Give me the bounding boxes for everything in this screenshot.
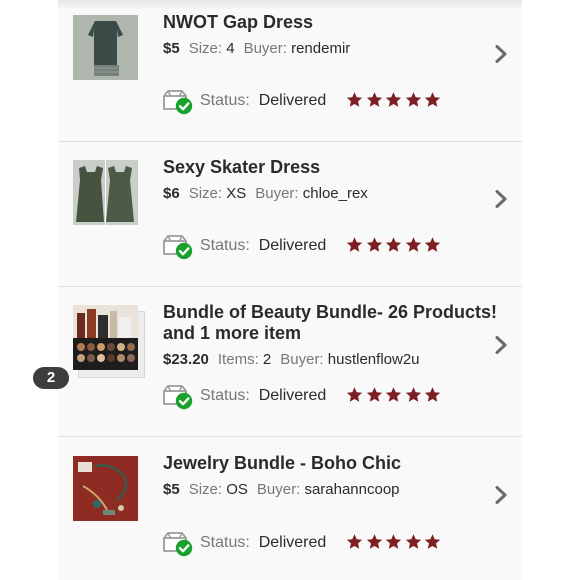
star-icon	[366, 533, 383, 550]
status-text: Status: Delivered	[200, 92, 326, 110]
item-thumbnail[interactable]	[73, 15, 138, 80]
buyer-label: Buyer:	[256, 481, 301, 498]
beauty-products-photo-icon	[73, 305, 138, 370]
size-label: Size:	[188, 40, 223, 57]
item-title-text: Bundle of Beauty Bundle- 26 Products!	[163, 302, 498, 322]
star-icon	[405, 533, 422, 550]
list-item[interactable]: Sexy Skater Dress $6 Size: XS Buyer: chloe…	[58, 141, 522, 287]
rating-stars	[346, 386, 444, 408]
star-icon	[346, 91, 363, 108]
rating-stars	[346, 533, 444, 555]
item-title[interactable]: NWOT Gap Dress	[163, 12, 313, 33]
size-label: Size:	[188, 185, 223, 202]
status-label: Status:	[200, 237, 250, 254]
status-value: Delivered	[258, 387, 327, 404]
chevron-right-icon[interactable]	[492, 45, 510, 63]
dress-photo-icon	[73, 15, 138, 80]
star-icon	[424, 91, 441, 108]
buyer-name[interactable]: hustlenflow2u	[328, 351, 420, 368]
items-count-label: Items:	[217, 351, 259, 368]
star-icon	[346, 386, 363, 403]
item-meta: $23.20 Items: 2 Buyer: hustlenflow2u	[163, 351, 420, 368]
status-text: Status: Delivered	[200, 237, 326, 255]
buyer-label: Buyer:	[255, 185, 299, 202]
star-icon	[346, 236, 363, 253]
item-meta: $5 Size: 4 Buyer: rendemir	[163, 40, 350, 57]
star-icon	[385, 236, 402, 253]
item-title-text: NWOT Gap Dress	[163, 12, 314, 32]
star-icon	[424, 533, 441, 550]
size-value: XS	[226, 185, 247, 202]
buyer-name[interactable]: chloe_rex	[303, 185, 368, 202]
star-icon	[346, 533, 363, 550]
delivered-box-icon	[162, 87, 194, 115]
item-thumbnail[interactable]	[73, 305, 138, 370]
chevron-right-icon[interactable]	[492, 336, 510, 354]
delivered-box-icon	[162, 382, 194, 410]
item-title[interactable]: Jewelry Bundle - Boho Chic	[163, 453, 401, 474]
status-value: Delivered	[258, 92, 327, 109]
item-title-text: Sexy Skater Dress	[163, 157, 321, 177]
item-meta: $5 Size: OS Buyer: sarahanncoop	[163, 481, 400, 498]
item-thumbnail[interactable]	[73, 160, 138, 225]
status-value: Delivered	[258, 534, 327, 551]
star-icon	[405, 236, 422, 253]
star-icon	[424, 386, 441, 403]
item-title-text: Jewelry Bundle - Boho Chic	[163, 453, 402, 473]
chevron-right-icon[interactable]	[492, 190, 510, 208]
sold-items-list: NWOT Gap Dress $5 Size: 4 Buyer: rendemir …	[58, 0, 522, 580]
delivered-box-icon	[162, 529, 194, 557]
rating-stars	[346, 236, 444, 258]
delivered-box-icon	[162, 232, 194, 260]
star-icon	[366, 91, 383, 108]
item-price: $23.20	[163, 351, 209, 368]
buyer-label: Buyer:	[280, 351, 324, 368]
star-icon	[385, 91, 402, 108]
star-icon	[366, 386, 383, 403]
buyer-label: Buyer:	[243, 40, 287, 57]
item-meta: $6 Size: XS Buyer: chloe_rex	[163, 185, 368, 202]
status-label: Status:	[200, 534, 250, 551]
size-value: 4	[226, 40, 235, 57]
star-icon	[385, 386, 402, 403]
items-count-value: 2	[262, 351, 272, 368]
list-item[interactable]: Jewelry Bundle - Boho Chic $5 Size: OS Buy…	[58, 437, 522, 580]
item-title[interactable]: Sexy Skater Dress	[163, 157, 320, 178]
list-item[interactable]: NWOT Gap Dress $5 Size: 4 Buyer: rendemir …	[58, 0, 522, 142]
star-icon	[405, 386, 422, 403]
item-title[interactable]: Bundle of Beauty Bundle- 26 Products! an…	[163, 302, 497, 344]
item-price: $5	[163, 481, 180, 498]
item-thumbnail[interactable]	[73, 456, 138, 521]
list-item[interactable]: Bundle of Beauty Bundle- 26 Products! an…	[58, 286, 522, 437]
item-price: $6	[163, 185, 180, 202]
status-label: Status:	[200, 92, 250, 109]
star-icon	[385, 533, 402, 550]
size-value: OS	[226, 481, 248, 498]
star-icon	[424, 236, 441, 253]
status-text: Status: Delivered	[200, 534, 326, 552]
item-price: $5	[163, 40, 180, 57]
jewelry-photo-icon	[73, 456, 138, 521]
rating-stars	[346, 91, 444, 113]
item-count-badge: 2	[33, 367, 69, 389]
buyer-name[interactable]: sarahanncoop	[304, 481, 399, 498]
buyer-name[interactable]: rendemir	[291, 40, 350, 57]
chevron-right-icon[interactable]	[492, 486, 510, 504]
skater-dress-photo-icon	[73, 160, 138, 225]
star-icon	[366, 236, 383, 253]
star-icon	[405, 91, 422, 108]
item-title-line2: and 1 more item	[163, 323, 302, 343]
status-label: Status:	[200, 387, 250, 404]
status-value: Delivered	[258, 237, 327, 254]
size-label: Size:	[188, 481, 223, 498]
status-text: Status: Delivered	[200, 387, 326, 405]
